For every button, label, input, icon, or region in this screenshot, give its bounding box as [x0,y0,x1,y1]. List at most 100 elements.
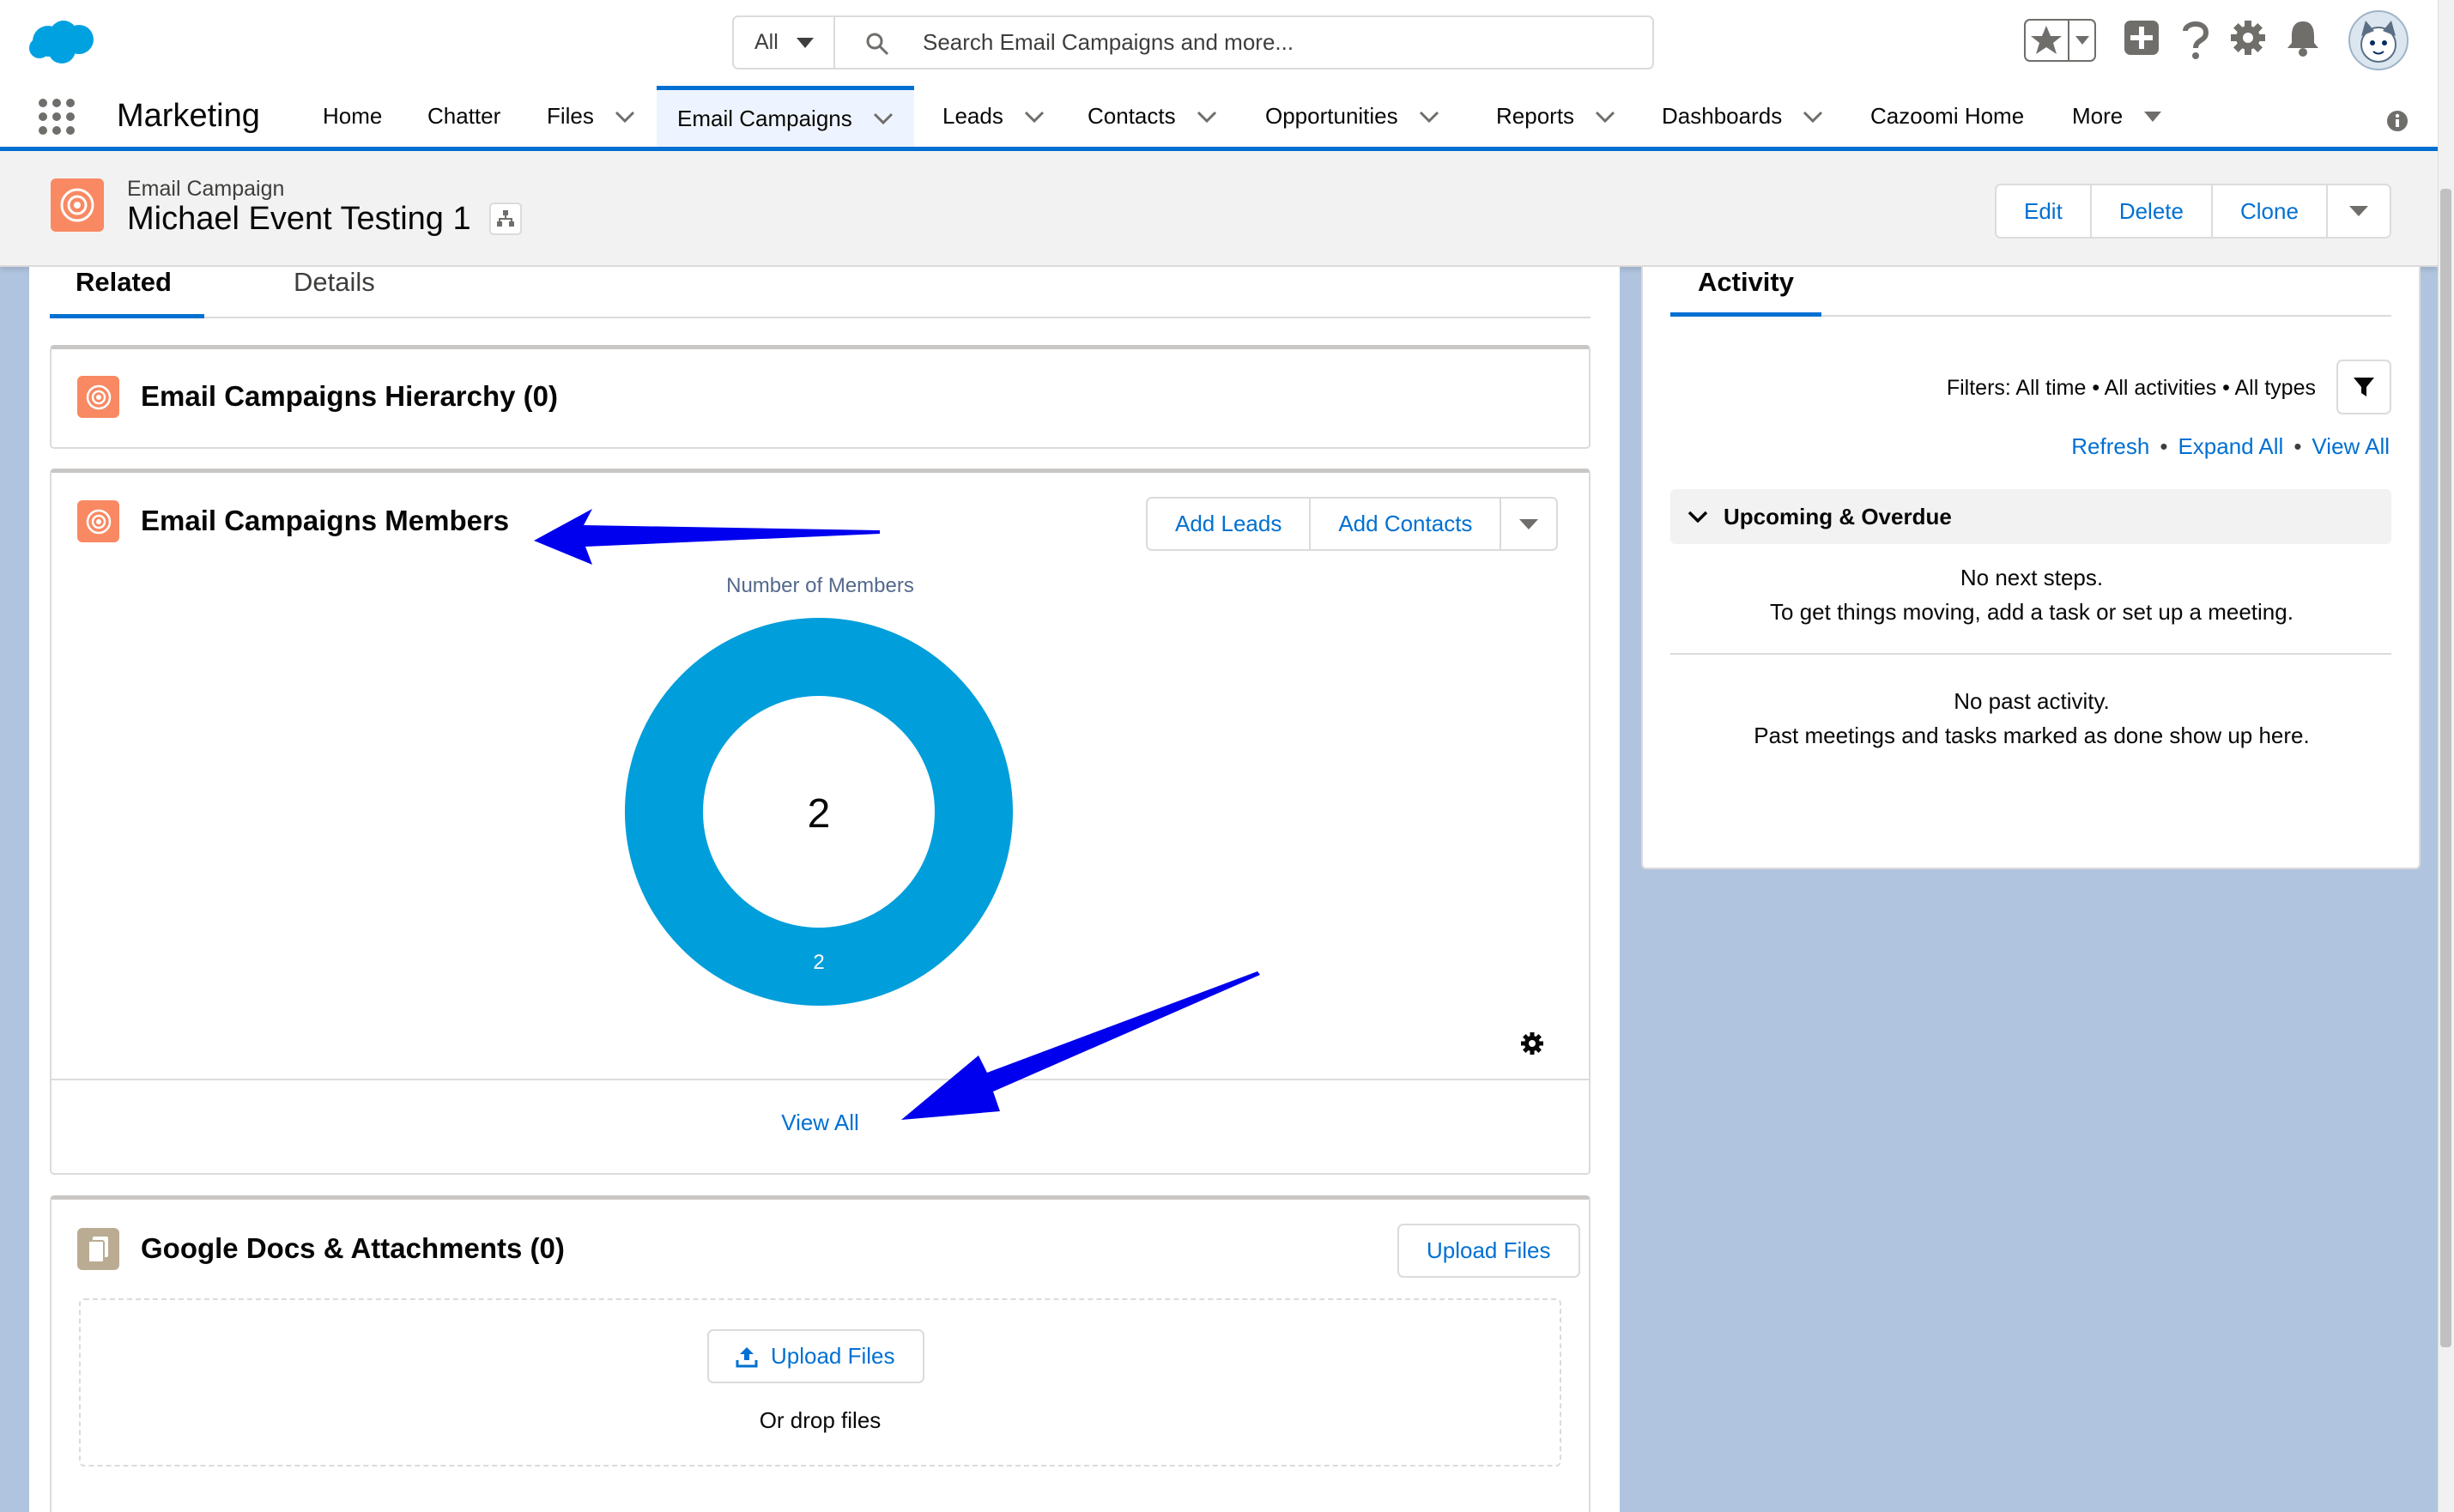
nav-item-chatter[interactable]: Chatter [427,86,500,147]
email-campaign-icon [77,376,119,418]
card-divider [52,1079,1589,1080]
card-title[interactable]: Email Campaigns Hierarchy (0) [141,380,558,413]
members-actions: Add Leads Add Contacts [1146,497,1559,551]
chevron-down-icon[interactable] [1197,111,1217,123]
upload-files-button[interactable]: Upload Files [1397,1224,1580,1278]
donut-slice-label: 2 [813,951,824,974]
app-launcher-icon[interactable] [38,98,76,136]
avatar[interactable] [2348,10,2409,70]
upload-icon [735,1345,759,1369]
chevron-down-icon[interactable] [1419,111,1439,123]
nav-item-label: More [2072,103,2124,129]
gear-icon[interactable] [2229,19,2267,57]
nav-item-opportunities[interactable]: Opportunities [1265,86,1439,147]
more-actions-button[interactable] [2327,185,2390,237]
nav-item-home[interactable]: Home [323,86,382,147]
upload-files-inner-button[interactable]: Upload Files [707,1329,924,1383]
members-donut-chart[interactable]: 2 2 [621,614,1016,1009]
activity-links: Refresh • Expand All • View All [2071,433,2390,460]
add-icon[interactable] [2123,19,2160,57]
annotation-arrow-icon [901,971,1260,1120]
nav-item-files[interactable]: Files [547,86,635,147]
card-title[interactable]: Email Campaigns Members [141,505,509,537]
nav-item-label: Opportunities [1265,103,1398,129]
nav-item-more[interactable]: More [2072,86,2162,147]
nav-item-label: Files [547,103,594,129]
chevron-down-icon[interactable] [615,111,635,123]
add-leads-button[interactable]: Add Leads [1148,499,1312,549]
tab-related[interactable]: Related [50,267,204,318]
global-header: All [0,0,2438,86]
upload-files-label: Upload Files [771,1343,895,1369]
record-title: Michael Event Testing 1 [127,201,471,237]
nav-item-reports[interactable]: Reports [1496,86,1615,147]
caret-down-icon [1518,518,1539,530]
tab-details[interactable]: Details [294,267,375,317]
hierarchy-button[interactable] [489,203,522,235]
search-input[interactable] [923,17,1609,68]
edit-button[interactable]: Edit [1997,185,2092,237]
nav-item-label: Dashboards [1662,103,1783,129]
favorites-button[interactable] [2024,19,2096,64]
nav-item-label: Chatter [427,103,501,129]
chevron-down-icon[interactable] [1024,111,1045,123]
clone-button[interactable]: Clone [2212,185,2328,237]
upcoming-overdue-section[interactable]: Upcoming & Overdue [1670,489,2391,544]
chevron-down-icon[interactable] [1595,111,1615,123]
record-tabs: Related Details [50,267,1591,318]
nav-item-cazoomi-home[interactable]: Cazoomi Home [1870,86,2024,147]
attachments-card: Google Docs & Attachments (0) Upload Fil… [50,1195,1591,1512]
activity-panel: Activity Filters: All time • All activit… [1641,267,2421,869]
activity-divider [1670,653,2391,655]
caret-down-icon [796,37,815,49]
tab-label: Activity [1698,267,1794,297]
more-actions-button[interactable] [1501,499,1556,549]
activity-filters-text: Filters: All time • All activities • All… [1946,376,2316,400]
tab-activity[interactable]: Activity [1670,267,1821,317]
no-next-steps: No next steps. To get things moving, add… [1643,560,2421,629]
delete-button[interactable]: Delete [2091,185,2213,237]
record-header: Email Campaign Michael Event Testing 1 E… [0,151,2438,267]
nav-item-label: Contacts [1088,103,1176,129]
nav-item-label: Reports [1496,103,1575,129]
scrollbar-thumb[interactable] [2440,189,2451,1347]
add-contacts-button[interactable]: Add Contacts [1311,499,1502,549]
nav-item-label: Home [323,103,383,129]
file-drop-zone[interactable]: Upload Files Or drop files [79,1298,1561,1467]
search-scope-label: All [754,30,779,54]
filter-button[interactable] [2336,360,2391,414]
record-actions: Edit Delete Clone [1995,184,2391,239]
global-search: All [732,15,1654,70]
search-scope-dropdown[interactable]: All [734,17,835,68]
separator-dot: • [2293,433,2302,459]
refresh-link[interactable]: Refresh [2071,433,2149,460]
no-next-steps-hint: To get things moving, add a task or set … [1770,599,2293,625]
no-next-steps-text: No next steps. [1960,565,2104,590]
nav-item-dashboards[interactable]: Dashboards [1662,86,1823,147]
file-icon [77,1228,119,1270]
expand-all-link[interactable]: Expand All [2178,433,2283,460]
card-title[interactable]: Google Docs & Attachments (0) [141,1232,565,1265]
search-icon [865,32,889,56]
related-panel: Related Details Email Campaigns Hierarch… [29,267,1620,1512]
salesforce-logo-icon[interactable] [26,15,100,67]
nav-item-contacts[interactable]: Contacts [1088,86,1217,147]
no-past-activity-text: No past activity. [1954,688,2110,714]
activity-tabs: Activity [1670,267,2391,317]
nav-item-leads[interactable]: Leads [942,86,1045,147]
chevron-down-icon[interactable] [1803,111,1823,123]
chevron-down-icon[interactable] [873,112,894,124]
notification-bell-icon[interactable] [2285,19,2321,57]
help-icon[interactable] [2180,19,2211,60]
chart-settings-gear-icon[interactable] [1519,1031,1545,1056]
nav-item-label: Email Campaigns [677,105,852,131]
nav-item-label: Cazoomi Home [1870,103,2025,129]
nav-item-email-campaigns[interactable]: Email Campaigns [657,86,914,147]
caret-down-icon [2348,205,2369,217]
view-all-link[interactable]: View All [2312,433,2390,460]
app-nav-bar: Marketing Home Chatter Files Email Campa… [0,86,2438,151]
view-all-link[interactable]: View All [52,1110,1589,1136]
tab-label: Related [76,267,172,297]
annotation-arrow-icon [534,509,880,565]
info-icon[interactable] [2386,110,2409,132]
